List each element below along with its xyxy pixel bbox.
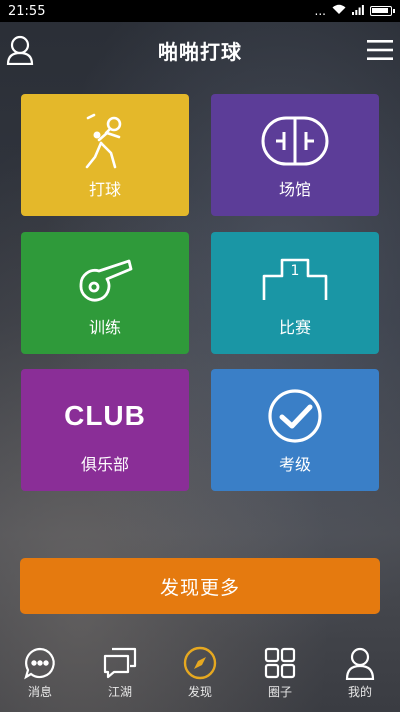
status-bar: 21:55 ... — [0, 0, 400, 22]
cell-signal-icon — [352, 4, 364, 18]
podium-icon: 1 — [262, 258, 328, 300]
tab-label: 发现 — [187, 685, 212, 699]
court-icon — [261, 116, 329, 166]
discover-more-button[interactable]: 发现更多 — [20, 558, 380, 614]
bottom-tab-bar: 消息 江湖 发现 圈子 我的 — [0, 637, 400, 712]
tile-grading[interactable]: 考级 — [211, 369, 379, 491]
discover-more-label: 发现更多 — [159, 576, 240, 599]
tile-club[interactable]: CLUB 俱乐部 — [21, 369, 189, 491]
page-title: 啪啪打球 — [158, 39, 242, 64]
hamburger-menu-icon — [367, 40, 393, 60]
tile-label: 考级 — [278, 455, 311, 474]
compass-icon — [183, 646, 217, 680]
whistle-icon — [79, 259, 133, 302]
tile-label: 场馆 — [278, 180, 311, 199]
tab-discover[interactable]: 发现 — [160, 637, 240, 700]
app-header: 啪啪打球 — [0, 22, 400, 78]
tab-me[interactable]: 我的 — [320, 637, 400, 700]
wifi-icon — [332, 4, 346, 18]
chat-bubble-icon — [24, 647, 55, 680]
profile-button[interactable] — [0, 30, 40, 70]
tile-training[interactable]: 训练 — [21, 232, 189, 354]
tile-label: 训练 — [88, 318, 121, 337]
battery-icon — [370, 6, 395, 16]
tile-play[interactable]: 打球 — [21, 94, 189, 216]
check-circle-icon — [268, 389, 322, 443]
podium-rank: 1 — [291, 263, 300, 279]
signal-dots: ... — [314, 4, 326, 18]
tab-messages[interactable]: 消息 — [0, 637, 80, 700]
tile-match[interactable]: 1 比赛 — [211, 232, 379, 354]
tab-jianghu[interactable]: 江湖 — [80, 637, 160, 700]
tile-label: 比赛 — [278, 318, 311, 337]
status-time: 21:55 — [8, 3, 46, 19]
tile-label: 俱乐部 — [80, 455, 129, 474]
club-logo-text: CLUB — [64, 400, 146, 431]
status-icons: ... — [314, 4, 395, 18]
menu-button[interactable] — [360, 30, 400, 70]
person-icon — [345, 647, 375, 680]
tab-label: 我的 — [347, 685, 372, 699]
person-outline-icon — [6, 35, 34, 65]
tab-circles[interactable]: 圈子 — [240, 637, 320, 700]
tab-label: 消息 — [27, 685, 52, 699]
tile-venue[interactable]: 场馆 — [211, 94, 379, 216]
tile-label: 打球 — [88, 180, 121, 199]
tab-label: 江湖 — [107, 685, 132, 699]
badminton-player-icon — [85, 113, 122, 169]
tab-label: 圈子 — [267, 685, 292, 699]
grid-icon — [264, 647, 296, 679]
chat-stack-icon — [103, 647, 137, 679]
